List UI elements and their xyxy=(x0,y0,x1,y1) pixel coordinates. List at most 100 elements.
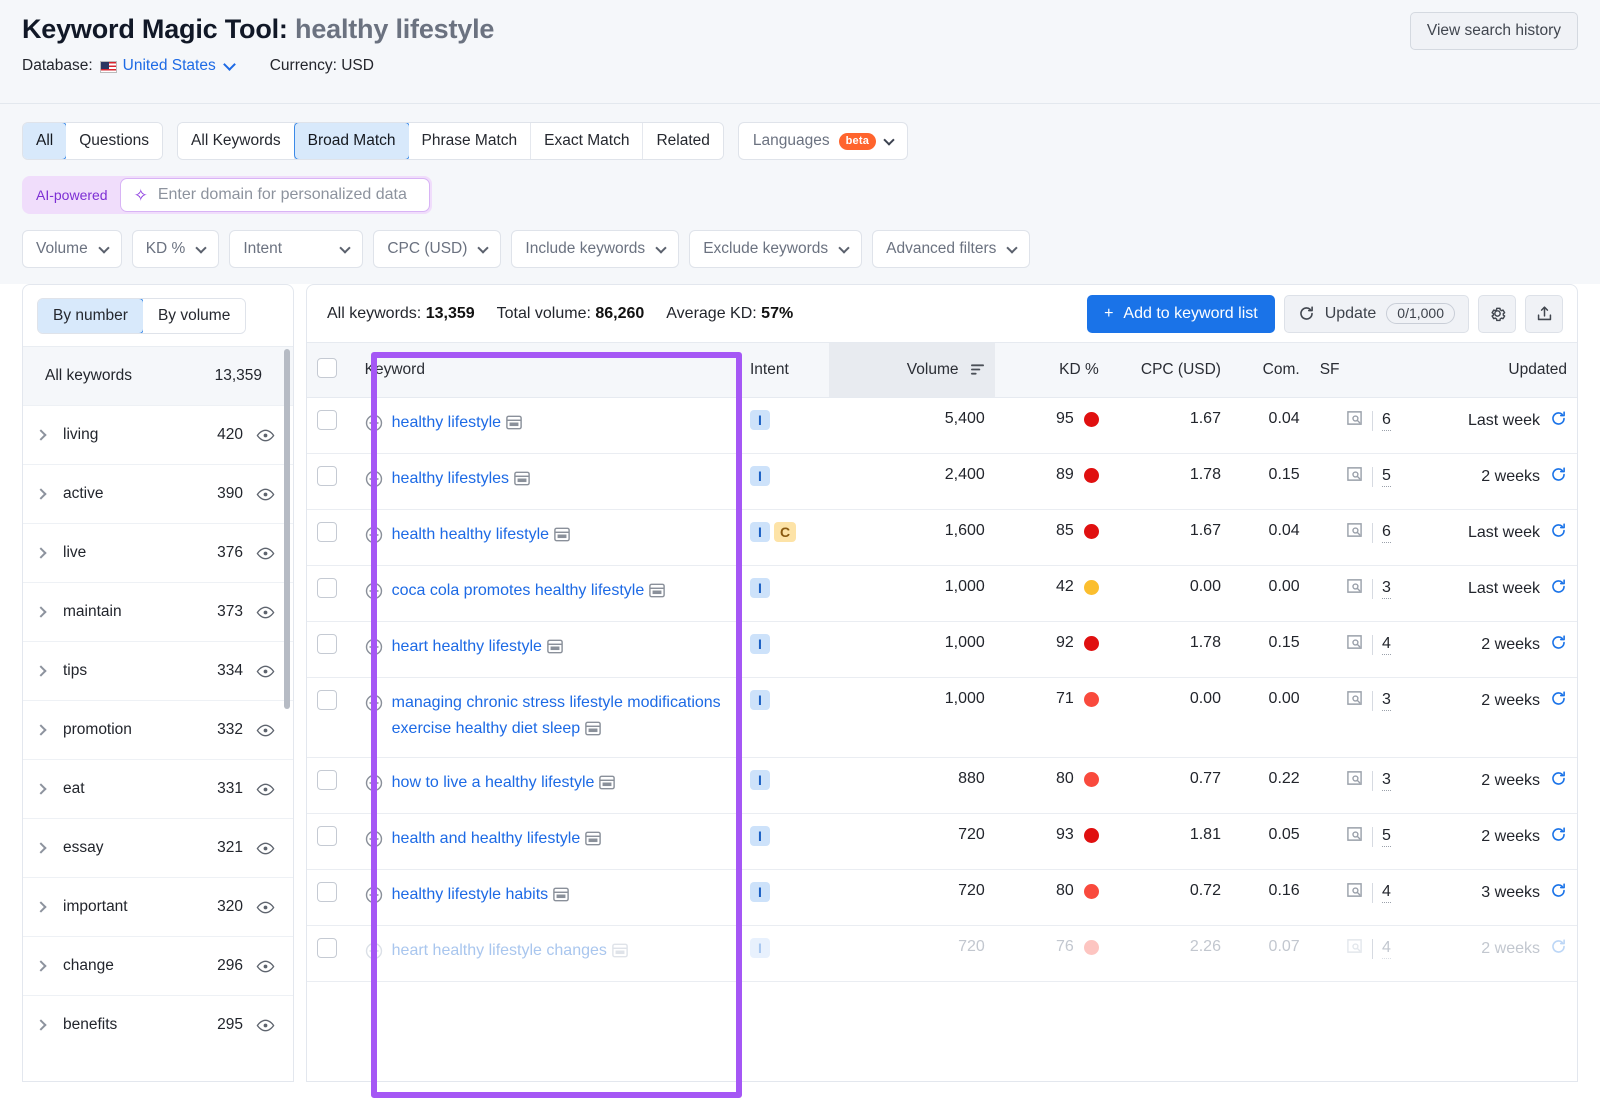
sidebar-item-live[interactable]: live 376 xyxy=(23,523,293,582)
chevron-right-icon[interactable] xyxy=(35,901,47,913)
chevron-right-icon[interactable] xyxy=(35,429,47,441)
add-keyword-icon[interactable] xyxy=(365,942,383,969)
intent-badge-i[interactable]: I xyxy=(749,466,770,486)
eye-icon[interactable] xyxy=(256,606,275,619)
refresh-row-icon[interactable] xyxy=(1550,770,1567,792)
sidebar-item-benefits[interactable]: benefits 295 xyxy=(23,995,293,1054)
eye-icon[interactable] xyxy=(256,960,275,973)
add-keyword-icon[interactable] xyxy=(365,694,383,721)
add-keyword-icon[interactable] xyxy=(365,526,383,553)
filter-kd[interactable]: KD % xyxy=(131,230,220,268)
intent-badge-i[interactable]: I xyxy=(749,938,770,958)
sidebar-scrollbar[interactable] xyxy=(284,349,290,709)
serp-features-icon[interactable] xyxy=(1346,770,1363,791)
refresh-row-icon[interactable] xyxy=(1550,882,1567,904)
chevron-right-icon[interactable] xyxy=(35,606,47,618)
refresh-row-icon[interactable] xyxy=(1550,634,1567,656)
serp-features-icon[interactable] xyxy=(1346,466,1363,487)
tab-related[interactable]: Related xyxy=(643,123,723,159)
refresh-row-icon[interactable] xyxy=(1550,826,1567,848)
eye-icon[interactable] xyxy=(256,488,275,501)
eye-icon[interactable] xyxy=(256,783,275,796)
sidebar-item-important[interactable]: important 320 xyxy=(23,877,293,936)
serp-features-icon[interactable] xyxy=(1346,634,1363,655)
chevron-right-icon[interactable] xyxy=(35,1019,47,1031)
row-checkbox[interactable] xyxy=(317,882,337,902)
column-header-volume[interactable]: Volume xyxy=(829,342,995,398)
row-checkbox[interactable] xyxy=(317,410,337,430)
column-header-sf[interactable]: SF xyxy=(1309,342,1401,398)
chevron-down-icon[interactable] xyxy=(222,58,236,71)
keyword-link[interactable]: coca cola promotes healthy lifestyle xyxy=(392,582,645,599)
table-row[interactable]: managing chronic stress lifestyle modifi… xyxy=(307,677,1577,758)
row-checkbox[interactable] xyxy=(317,634,337,654)
view-search-history-button[interactable]: View search history xyxy=(1409,12,1578,50)
languages-dropdown[interactable]: Languages beta xyxy=(737,122,909,160)
chevron-right-icon[interactable] xyxy=(35,783,47,795)
tab-all-keywords[interactable]: All Keywords xyxy=(178,123,295,159)
row-checkbox[interactable] xyxy=(317,522,337,542)
intent-badge-i[interactable]: I xyxy=(749,690,770,710)
sf-count[interactable]: 4 xyxy=(1381,883,1391,903)
table-settings-button[interactable] xyxy=(1478,294,1516,333)
sf-count[interactable]: 6 xyxy=(1381,523,1391,543)
serp-features-icon[interactable] xyxy=(1346,690,1363,711)
eye-icon[interactable] xyxy=(256,1019,275,1032)
eye-icon[interactable] xyxy=(256,429,275,442)
tab-phrase-match[interactable]: Phrase Match xyxy=(408,123,532,159)
filter-intent[interactable]: Intent xyxy=(229,230,364,268)
select-all-checkbox[interactable] xyxy=(317,357,337,378)
row-checkbox[interactable] xyxy=(317,770,337,790)
sf-count[interactable]: 3 xyxy=(1381,771,1391,791)
eye-icon[interactable] xyxy=(256,665,275,678)
column-header-keyword[interactable]: Keyword xyxy=(354,342,740,398)
intent-badge-i[interactable]: I xyxy=(749,410,770,430)
sidebar-item-tips[interactable]: tips 334 xyxy=(23,641,293,700)
table-row[interactable]: heart healthy lifestyle I 1,000 92 1.78 0.15 4… xyxy=(307,621,1577,678)
update-button[interactable]: Update 0/1,000 xyxy=(1283,294,1469,333)
intent-badge-i[interactable]: I xyxy=(749,826,770,846)
sidebar-item-maintain[interactable]: maintain 373 xyxy=(23,582,293,641)
keyword-link[interactable]: heart healthy lifestyle changes xyxy=(392,942,607,959)
intent-badge-i[interactable]: I xyxy=(749,578,770,598)
eye-icon[interactable] xyxy=(256,724,275,737)
serp-features-icon[interactable] xyxy=(1346,826,1363,847)
refresh-row-icon[interactable] xyxy=(1550,690,1567,712)
keyword-link[interactable]: managing chronic stress lifestyle modifi… xyxy=(392,694,721,737)
filter-volume[interactable]: Volume xyxy=(22,230,122,268)
sidebar-item-all-keywords[interactable]: All keywords 13,359 xyxy=(23,346,293,405)
table-row[interactable]: health and healthy lifestyle I 720 93 1.81 0.… xyxy=(307,813,1577,870)
serp-features-icon[interactable] xyxy=(1346,578,1363,599)
chevron-right-icon[interactable] xyxy=(35,842,47,854)
serp-features-icon[interactable] xyxy=(1346,938,1363,959)
keyword-link[interactable]: healthy lifestyles xyxy=(392,470,509,487)
export-button[interactable] xyxy=(1525,294,1563,333)
add-keyword-icon[interactable] xyxy=(365,638,383,665)
column-header-com[interactable]: Com. xyxy=(1230,342,1310,398)
sf-count[interactable]: 5 xyxy=(1381,827,1391,847)
intent-badge-i[interactable]: I xyxy=(749,522,770,542)
keyword-link[interactable]: healthy lifestyle xyxy=(392,414,501,431)
row-checkbox[interactable] xyxy=(317,578,337,598)
keyword-link[interactable]: health and healthy lifestyle xyxy=(392,830,581,847)
keyword-link[interactable]: healthy lifestyle habits xyxy=(392,886,549,903)
tab-broad-match[interactable]: Broad Match xyxy=(293,123,410,159)
chevron-right-icon[interactable] xyxy=(35,960,47,972)
sidebar-item-change[interactable]: change 296 xyxy=(23,936,293,995)
keyword-link[interactable]: how to live a healthy lifestyle xyxy=(392,774,595,791)
sidebar-by-number-button[interactable]: By number xyxy=(38,299,144,333)
filter-exclude-keywords[interactable]: Exclude keywords xyxy=(689,230,863,268)
domain-input-wrapper[interactable]: ✧ Enter domain for personalized data xyxy=(119,178,430,212)
add-keyword-icon[interactable] xyxy=(365,830,383,857)
keyword-link[interactable]: health healthy lifestyle xyxy=(392,526,549,543)
eye-icon[interactable] xyxy=(256,842,275,855)
sf-count[interactable]: 4 xyxy=(1381,939,1391,959)
chevron-right-icon[interactable] xyxy=(35,665,47,677)
database-selector[interactable]: United States xyxy=(123,57,216,75)
filter-advanced[interactable]: Advanced filters xyxy=(872,230,1031,268)
sf-count[interactable]: 3 xyxy=(1381,691,1391,711)
add-keyword-icon[interactable] xyxy=(365,582,383,609)
filter-cpc[interactable]: CPC (USD) xyxy=(373,230,502,268)
sf-count[interactable]: 6 xyxy=(1381,411,1391,431)
filter-include-keywords[interactable]: Include keywords xyxy=(511,230,680,268)
